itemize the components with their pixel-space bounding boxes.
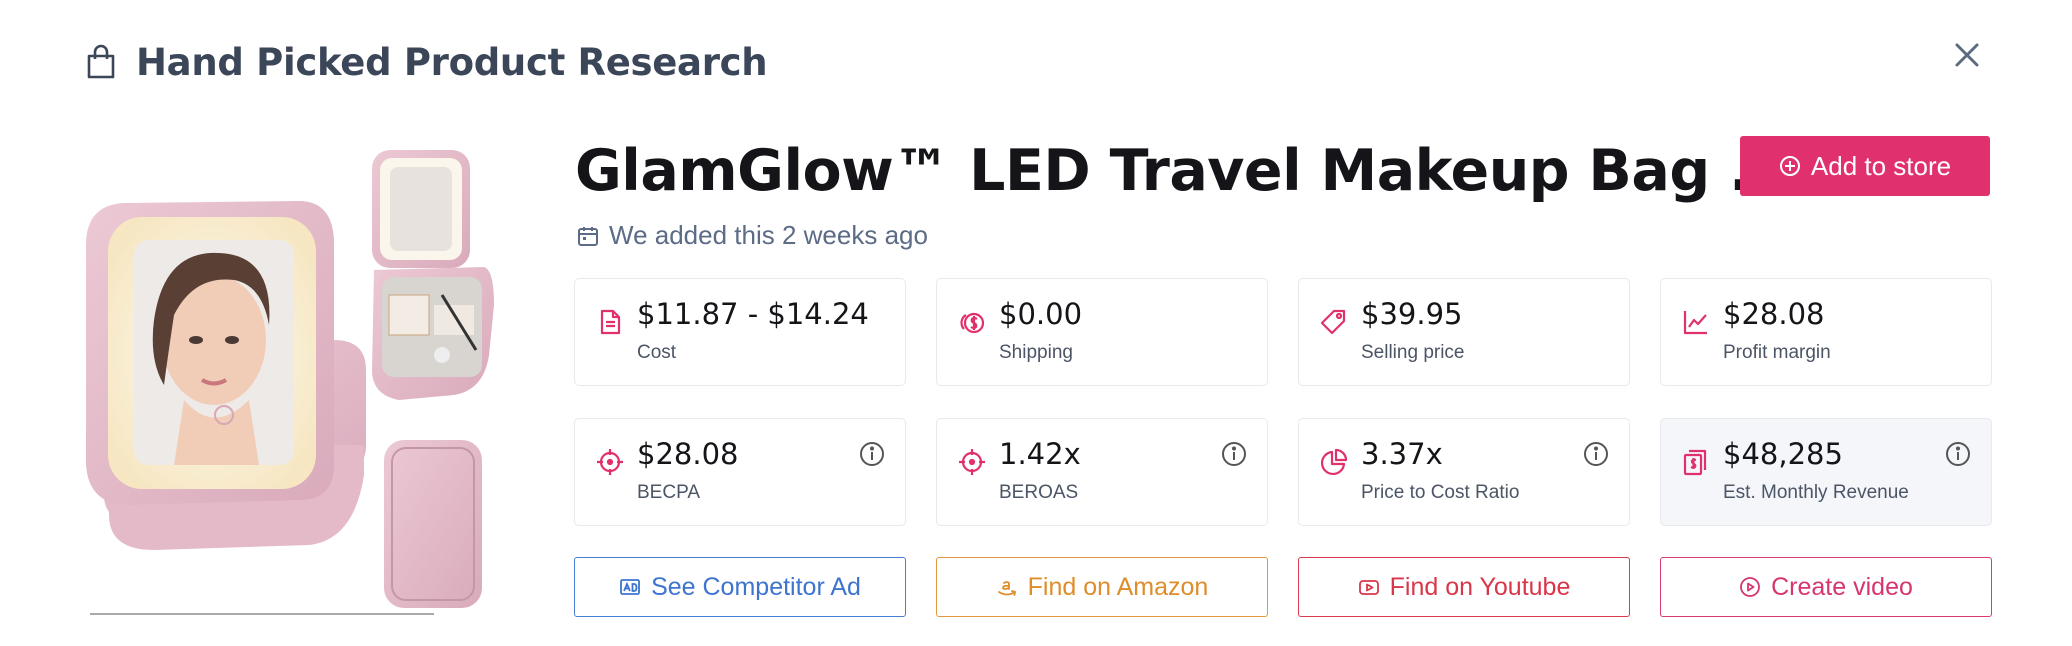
- info-icon[interactable]: [1583, 441, 1609, 467]
- calendar-icon: [578, 226, 598, 246]
- modal-header: Hand Picked Product Research: [84, 38, 768, 86]
- product-title: GlamGlow™ LED Travel Makeup Bag ...: [575, 138, 1793, 204]
- metric-label: Cost: [637, 342, 677, 363]
- metric-label: BECPA: [637, 482, 701, 503]
- crosshair-icon: [959, 449, 985, 475]
- close-icon[interactable]: [1950, 38, 1984, 72]
- play-circle-icon: [1740, 577, 1761, 597]
- add-to-store-label: Add to store: [1810, 150, 1952, 181]
- line-chart-icon: [1683, 311, 1707, 335]
- metric-value: 3.37x: [1361, 437, 1443, 471]
- coins-icon: [960, 312, 985, 334]
- modal-title: Hand Picked Product Research: [136, 40, 768, 84]
- shopping-bag-icon: [87, 44, 115, 79]
- metric-card-shipping: $0.00 Shipping: [936, 278, 1268, 386]
- metric-value: $28.08: [1723, 297, 1825, 331]
- added-text: We added this 2 weeks ago: [609, 220, 928, 250]
- info-icon[interactable]: [859, 441, 885, 467]
- metric-card-profit-margin: $28.08 Profit margin: [1660, 278, 1992, 386]
- see-competitor-ad-label: See Competitor Ad: [651, 572, 861, 601]
- find-on-youtube-button[interactable]: Find on Youtube: [1298, 557, 1630, 617]
- metric-value: $39.95: [1361, 297, 1463, 331]
- metric-card-cost: $11.87 - $14.24 Cost: [574, 278, 906, 386]
- add-to-store-button[interactable]: Add to store: [1740, 136, 1990, 196]
- metric-card-beroas: 1.42x BEROAS: [936, 418, 1268, 526]
- metric-label: Shipping: [999, 342, 1073, 363]
- money-stack-icon: [1683, 449, 1707, 476]
- metric-label: BEROAS: [999, 482, 1079, 503]
- find-on-amazon-button[interactable]: Find on Amazon: [936, 557, 1268, 617]
- product-image: [84, 145, 546, 615]
- price-tag-icon: [1320, 309, 1346, 335]
- metric-label: Selling price: [1361, 342, 1465, 363]
- metric-card-selling-price: $39.95 Selling price: [1298, 278, 1630, 386]
- added-date: We added this 2 weeks ago: [577, 220, 928, 251]
- create-video-button[interactable]: Create video: [1660, 557, 1992, 617]
- create-video-label: Create video: [1771, 572, 1913, 601]
- info-icon[interactable]: [1945, 441, 1971, 467]
- pie-chart-icon: [1320, 448, 1348, 476]
- metric-value: 1.42x: [999, 437, 1081, 471]
- document-icon: [600, 309, 621, 335]
- plus-circle-icon: [1779, 156, 1800, 176]
- find-on-youtube-label: Find on Youtube: [1389, 572, 1571, 601]
- metric-card-price-to-cost: 3.37x Price to Cost Ratio: [1298, 418, 1630, 526]
- info-icon[interactable]: [1221, 441, 1247, 467]
- youtube-icon: [1358, 580, 1379, 595]
- find-on-amazon-label: Find on Amazon: [1027, 572, 1209, 601]
- metric-card-monthly-revenue: $48,285 Est. Monthly Revenue: [1660, 418, 1992, 526]
- metric-value: $28.08: [637, 437, 739, 471]
- ad-icon: [620, 579, 640, 595]
- metric-label: Price to Cost Ratio: [1361, 482, 1520, 503]
- see-competitor-ad-button[interactable]: See Competitor Ad: [574, 557, 906, 617]
- metric-label: Profit margin: [1723, 342, 1831, 363]
- metric-label: Est. Monthly Revenue: [1723, 482, 1909, 503]
- metric-value: $11.87 - $14.24: [637, 297, 869, 331]
- amazon-icon: [997, 581, 1016, 596]
- metric-card-becpa: $28.08 BECPA: [574, 418, 906, 526]
- crosshair-icon: [597, 449, 623, 475]
- metric-value: $48,285: [1723, 437, 1843, 471]
- metric-value: $0.00: [999, 297, 1083, 331]
